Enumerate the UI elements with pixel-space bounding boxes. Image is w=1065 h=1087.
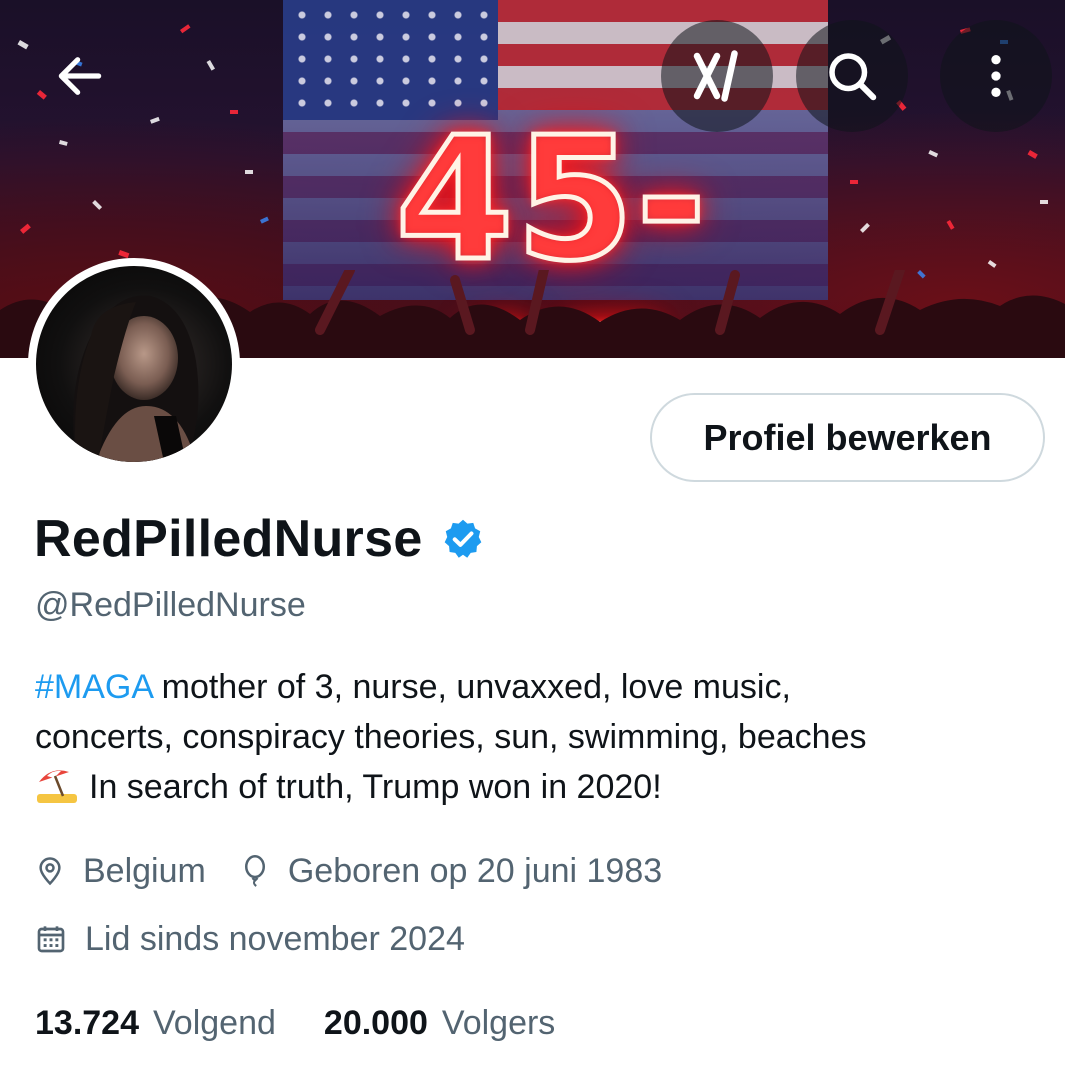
hashtag-link[interactable]: #MAGA — [35, 668, 152, 706]
bio-text-3: In search of truth, Trump won in 2020! — [89, 768, 662, 806]
bio-line-3: In search of truth, Trump won in 2020! — [35, 762, 1035, 812]
joined-text: Lid sinds november 2024 — [85, 919, 465, 958]
search-icon — [829, 53, 877, 101]
followers-link[interactable]: 20.000 Volgers — [324, 1004, 555, 1043]
more-options-button[interactable] — [940, 20, 1052, 132]
birthdate-item: Geboren op 20 juni 1983 — [240, 852, 662, 891]
more-vertical-icon — [991, 55, 1001, 97]
avatar-image — [73, 295, 199, 462]
back-button[interactable] — [24, 20, 136, 132]
user-handle: @RedPilledNurse — [35, 586, 306, 624]
follow-counts: 13.724 Volgend 20.000 Volgers — [35, 998, 603, 1048]
bio-line-2: concerts, conspiracy theories, sun, swim… — [35, 718, 867, 756]
followers-count: 20.000 — [323, 1003, 428, 1042]
location-text: Belgium — [83, 851, 206, 890]
following-link[interactable]: 13.724 Volgend — [35, 1004, 276, 1043]
avatar[interactable] — [36, 266, 232, 462]
grok-button[interactable] — [661, 20, 773, 132]
calendar-icon — [37, 926, 65, 953]
following-count: 13.724 — [35, 1003, 139, 1042]
followers-label: Volgers — [441, 1003, 556, 1042]
edit-profile-button[interactable]: Profiel bewerken — [650, 393, 1045, 482]
profile-meta-row: Belgium Geboren op 20 juni 1983 — [35, 846, 696, 896]
display-name: RedPilledNurse — [34, 510, 423, 568]
search-button[interactable] — [796, 20, 908, 132]
display-name-row: RedPilledNurse — [34, 508, 485, 570]
beach-umbrella-emoji — [37, 770, 77, 803]
location-pin-icon — [39, 857, 61, 886]
grok-icon — [693, 50, 738, 102]
joined-item: Lid sinds november 2024 — [35, 920, 465, 959]
bio-line-1: #MAGA mother of 3, nurse, unvaxxed, love… — [35, 662, 1035, 712]
banner-neon-text: 45-47 — [393, 101, 709, 359]
location-item: Belgium — [35, 852, 206, 891]
birthdate-text: Geboren op 20 juni 1983 — [287, 851, 663, 890]
balloon-icon — [244, 854, 265, 887]
arrow-left-icon — [58, 57, 102, 95]
bio-text-1: mother of 3, nurse, unvaxxed, love music… — [152, 668, 791, 706]
following-label: Volgend — [153, 1003, 276, 1042]
profile-page: 45-47 — [0, 0, 1065, 1087]
profile-bio: #MAGA mother of 3, nurse, unvaxxed, love… — [35, 662, 1035, 812]
profile-meta-row-2: Lid sinds november 2024 — [35, 914, 499, 964]
verified-badge-icon[interactable] — [441, 517, 485, 561]
